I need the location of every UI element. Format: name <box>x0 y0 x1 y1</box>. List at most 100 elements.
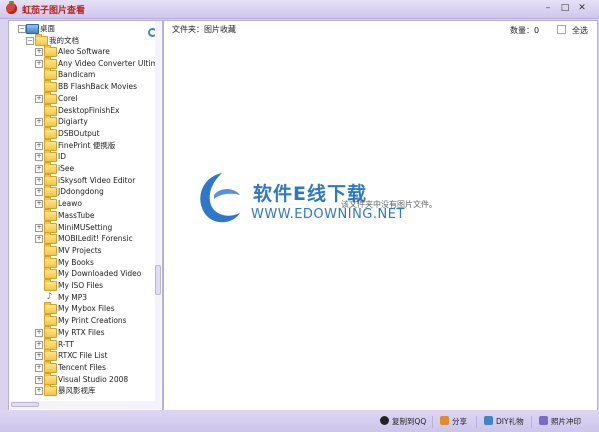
tree-vertical-scrollbar[interactable] <box>155 21 161 409</box>
tree-item[interactable]: + Any Video Converter Ultim <box>9 56 155 69</box>
folder-icon <box>44 360 57 373</box>
expand-icon[interactable]: + <box>35 200 43 209</box>
tree-item-label: FinePrint 便携版 <box>58 140 116 150</box>
expand-icon[interactable]: + <box>35 141 43 150</box>
tree-item[interactable]: + 暴风影视库 <box>9 384 155 397</box>
qq-penguin-icon <box>380 416 389 425</box>
tree-item[interactable]: + Digiarty <box>9 115 155 128</box>
folder-icon <box>44 138 57 151</box>
maximize-button[interactable]: □ <box>558 2 572 15</box>
tree-item-label: My ISO Files <box>58 281 104 290</box>
expand-icon[interactable]: + <box>35 387 43 396</box>
tree-item[interactable]: + FinePrint 便携版 <box>9 138 155 151</box>
tree-item[interactable]: + My RTX Files <box>9 325 155 338</box>
expand-icon[interactable]: + <box>35 352 43 361</box>
tree-item-label: DSBOutput <box>58 128 100 138</box>
expand-icon[interactable]: + <box>35 328 43 337</box>
folder-icon <box>44 337 57 350</box>
tree-item[interactable]: + Aleo Software <box>9 45 155 57</box>
expand-icon[interactable]: + <box>35 48 43 56</box>
tree-item[interactable]: MassTube <box>9 208 155 221</box>
share-button[interactable]: 分享 <box>440 416 467 428</box>
tree-item-label: DesktopFinishEx <box>58 105 120 115</box>
tree-root-label: 桌面 <box>40 24 55 33</box>
tree-item[interactable]: + Tencent Files <box>9 360 155 373</box>
select-all-checkbox[interactable] <box>557 25 566 34</box>
tomato-app-icon <box>6 1 17 14</box>
folder-icon <box>44 255 57 268</box>
expand-icon[interactable]: + <box>35 235 43 244</box>
copy-to-qq-label: 复制到QQ <box>392 417 427 426</box>
close-button[interactable]: ✕ <box>575 2 589 15</box>
tree-item-label: Aleo Software <box>58 47 110 56</box>
tree-item[interactable]: + iSkysoft Video Editor <box>9 173 155 186</box>
share-label: 分享 <box>452 417 467 426</box>
toolbar-divider <box>531 416 532 428</box>
expand-icon[interactable]: + <box>35 223 43 232</box>
vertical-scroll-thumb[interactable] <box>155 265 161 295</box>
tree-node-mydocs[interactable]: − 我的文档 <box>9 34 149 46</box>
expand-icon[interactable]: + <box>35 176 43 185</box>
folder-icon <box>44 80 57 93</box>
photo-print-button[interactable]: 照片冲印 <box>539 416 581 428</box>
tree-item[interactable]: + JDdongdong <box>9 185 155 198</box>
tree-item-label: JDdongdong <box>58 187 104 197</box>
tree-item[interactable]: + Leawo <box>9 197 155 210</box>
folder-icon <box>44 279 57 291</box>
expand-icon[interactable]: + <box>35 363 43 372</box>
collapse-icon[interactable]: − <box>18 25 26 33</box>
tree-item-label: iSkysoft Video Editor <box>58 175 136 185</box>
tree-item[interactable]: My Downloaded Video <box>9 267 155 280</box>
tree-item[interactable]: + ID <box>9 150 155 163</box>
tree-item[interactable]: DSBOutput <box>9 126 155 139</box>
tree-root-desktop[interactable]: − 桌面 <box>9 23 149 34</box>
diy-gift-button[interactable]: DIY礼物 <box>484 416 524 428</box>
tree-item[interactable]: Bandicam <box>9 68 155 81</box>
expand-icon[interactable]: + <box>35 165 43 173</box>
tree-item-label: MassTube <box>58 210 95 220</box>
tree-item[interactable]: + R-TT <box>9 337 155 350</box>
folder-icon <box>44 349 57 362</box>
folder-icon <box>44 384 57 397</box>
tree-item-label: MiniMUSetting <box>58 222 113 232</box>
folder-icon <box>44 197 57 210</box>
tree-item[interactable]: My Print Creations <box>9 314 155 327</box>
expand-icon[interactable]: + <box>35 118 43 127</box>
tree-item-label: My Mybox Files <box>58 304 115 314</box>
tree-item[interactable]: + MiniMUSetting <box>9 220 155 233</box>
refresh-icon[interactable] <box>148 28 155 37</box>
tree-item[interactable]: + RTXC File List <box>9 349 155 362</box>
folder-icon <box>44 302 57 315</box>
tree-item[interactable]: + iSee <box>9 162 155 174</box>
tree-item[interactable]: MV Projects <box>9 243 155 256</box>
minimize-button[interactable]: – <box>541 2 555 15</box>
expand-icon[interactable]: + <box>35 153 43 162</box>
horizontal-scroll-thumb[interactable] <box>11 402 39 407</box>
tree-item[interactable]: + Corel <box>9 91 155 104</box>
folder-icon <box>44 232 57 245</box>
tree-item[interactable]: My Mybox Files <box>9 302 155 315</box>
tree-item[interactable]: + MOBILedit! Forensic <box>9 232 155 245</box>
tree-item[interactable]: + Visual Studio 2008 <box>9 372 155 385</box>
toolbar-divider <box>432 416 433 428</box>
tree-item[interactable]: BB FlashBack Movies <box>9 80 155 93</box>
expand-icon[interactable]: + <box>35 188 43 197</box>
folder-icon <box>44 325 57 338</box>
image-view-panel: 文件夹：图片收藏 数量：0 全选 软件E线下载 该文件夹中没有图片文件。 WWW… <box>163 20 598 411</box>
tree-item[interactable]: My Books <box>9 255 155 268</box>
collapse-icon[interactable]: − <box>26 37 34 45</box>
expand-icon[interactable]: + <box>35 94 43 103</box>
folder-icon <box>44 56 57 69</box>
select-all-label[interactable]: 全选 <box>572 25 588 36</box>
tree-item-label: Corel <box>58 93 78 103</box>
expand-icon[interactable]: + <box>35 340 43 349</box>
tree-item[interactable]: DesktopFinishEx <box>9 103 155 116</box>
folder-icon <box>44 314 57 327</box>
expand-icon[interactable]: + <box>35 375 43 384</box>
tree-item[interactable]: My ISO Files <box>9 279 155 291</box>
expand-icon[interactable]: + <box>35 59 43 68</box>
copy-to-qq-button[interactable]: 复制到QQ <box>380 416 426 428</box>
tree-item[interactable]: ♪ My MP3 <box>9 292 155 303</box>
tree-item-label: My Books <box>58 257 94 267</box>
tree-horizontal-scrollbar[interactable] <box>9 401 155 409</box>
